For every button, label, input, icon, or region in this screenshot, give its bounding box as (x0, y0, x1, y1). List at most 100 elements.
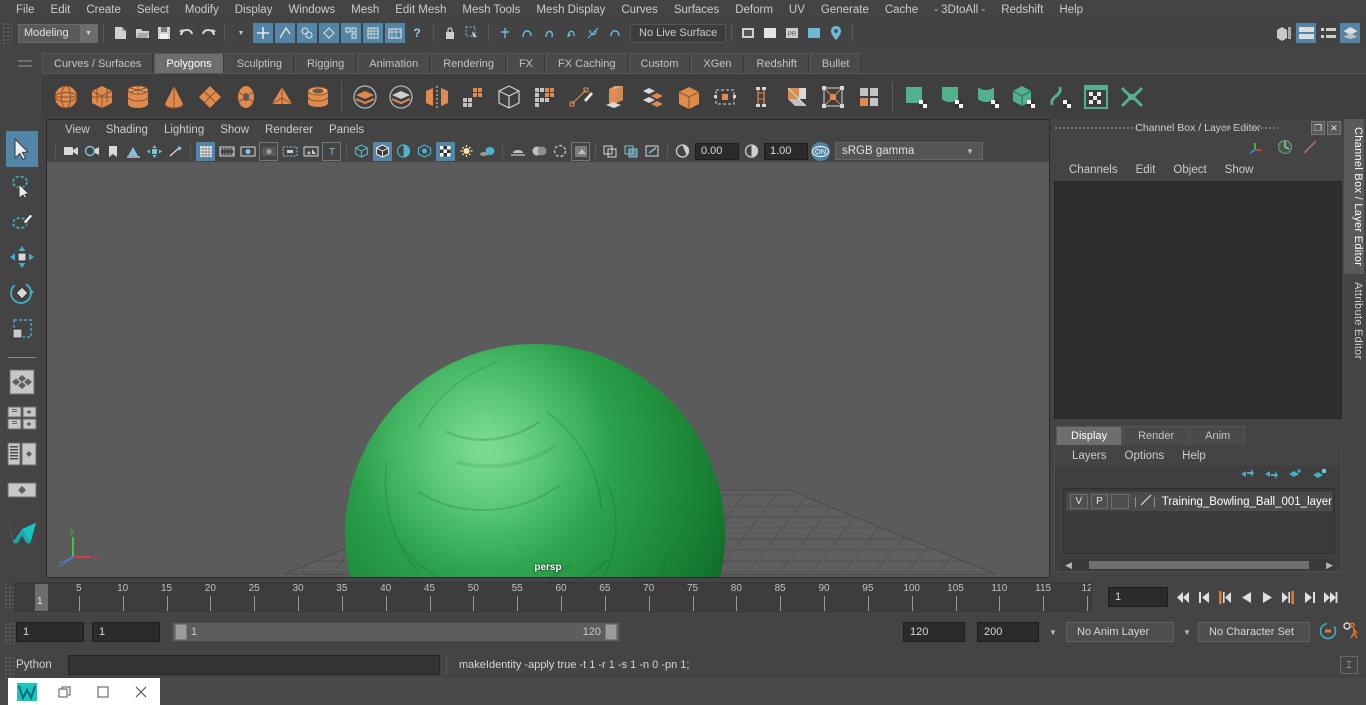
image-plane-icon[interactable] (124, 142, 143, 161)
xray-icon[interactable] (166, 142, 185, 161)
channel-box-menu-object[interactable]: Object (1164, 164, 1215, 176)
menu-surfaces[interactable]: Surfaces (666, 1, 727, 19)
poly-cylinder-icon[interactable] (120, 78, 156, 116)
save-scene-icon[interactable] (154, 23, 174, 43)
selection-mode-dropdown-icon[interactable]: ▼ (231, 23, 251, 43)
list-item[interactable]: V P | | Training_Bowling_Ball_001_layer (1066, 492, 1332, 511)
chevron-down-icon[interactable]: ▼ (1046, 628, 1060, 637)
select-help-icon[interactable]: ? (407, 23, 427, 43)
four-view-layout[interactable] (6, 400, 38, 436)
motion-blur-icon[interactable] (508, 142, 527, 161)
xray-active-components-icon[interactable] (622, 142, 641, 161)
create-new-layer-icon[interactable] (1288, 468, 1303, 483)
redo-icon[interactable] (198, 23, 218, 43)
character-set-selector[interactable]: No Character Set (1198, 622, 1310, 642)
menu-edit-mesh[interactable]: Edit Mesh (387, 1, 454, 19)
undo-icon[interactable] (176, 23, 196, 43)
bookmark-icon[interactable] (103, 142, 122, 161)
menu-mesh-display[interactable]: Mesh Display (528, 1, 613, 19)
outliner-persp-layout[interactable] (6, 436, 38, 472)
vertical-tab-channel-box-layer-editor[interactable]: Channel Box / Layer Editor (1344, 119, 1364, 275)
menu-set-selector[interactable]: Modeling ▼ (18, 23, 98, 43)
smooth-icon[interactable] (455, 78, 491, 116)
menu-select[interactable]: Select (129, 1, 177, 19)
poly-sphere-icon[interactable] (48, 78, 84, 116)
current-time-indicator[interactable]: 1 (35, 584, 48, 611)
range-end-field[interactable]: 120 (903, 622, 965, 642)
show-hide-channel-box-icon[interactable] (1340, 23, 1360, 43)
chevron-down-icon-2[interactable]: ▼ (1180, 628, 1194, 637)
uv-editor-icon[interactable] (1078, 78, 1114, 116)
close-icon[interactable]: ✕ (1327, 121, 1341, 135)
menu-3dtoall[interactable]: - 3DtoAll - (926, 1, 993, 19)
menu-modify[interactable]: Modify (177, 1, 227, 19)
ipr-render-icon[interactable] (760, 23, 780, 43)
layer-editor-tab-anim[interactable]: Anim (1190, 426, 1246, 445)
range-slider-bar[interactable]: 1 120 (172, 622, 620, 642)
film-gate-icon[interactable] (217, 142, 236, 161)
safe-action-icon[interactable] (301, 142, 320, 161)
selection-highlight-icon[interactable] (462, 23, 482, 43)
snap-to-grid-icon[interactable] (495, 23, 515, 43)
film-origin-icon[interactable] (280, 142, 299, 161)
menu-mesh-tools[interactable]: Mesh Tools (454, 1, 528, 19)
viewport-menu-view[interactable]: View (57, 124, 98, 136)
exposure-field[interactable]: 0.00 (695, 142, 739, 160)
uv-layout-icon[interactable] (1114, 78, 1150, 116)
camera-attributes-icon[interactable] (82, 142, 101, 161)
move-layer-up-icon[interactable] (1240, 468, 1255, 483)
select-by-hierarchy-icon[interactable] (253, 23, 273, 43)
panel-grip-right[interactable] (1220, 126, 1278, 130)
shelf-tab-animation[interactable]: Animation (357, 53, 431, 73)
extrude-icon[interactable] (599, 78, 635, 116)
lasso-select-tool[interactable] (6, 167, 38, 203)
wedge-face-icon[interactable] (743, 78, 779, 116)
rotate-tool[interactable] (6, 275, 38, 311)
show-manipulator-icon[interactable] (1248, 139, 1268, 158)
shelf-tab-curves-surfaces[interactable]: Curves / Surfaces (42, 53, 154, 73)
show-hide-modeling-toolkit-icon[interactable] (1274, 23, 1294, 43)
select-camera-icon[interactable] (61, 142, 80, 161)
menu-uv[interactable]: UV (781, 1, 813, 19)
anim-layer-selector[interactable]: No Anim Layer (1066, 622, 1174, 642)
menu-cache[interactable]: Cache (877, 1, 926, 19)
grid-snap-view-icon[interactable] (643, 142, 662, 161)
shelf-tab-custom[interactable]: Custom (628, 53, 691, 73)
viewport-canvas[interactable]: y x z persp (47, 162, 1049, 577)
shelf-grip[interactable] (18, 55, 32, 71)
gamma-field[interactable]: 1.00 (764, 142, 808, 160)
uv-spherical-icon[interactable] (970, 78, 1006, 116)
combine-icon[interactable] (491, 78, 527, 116)
shelf-tab-rendering[interactable]: Rendering (431, 53, 506, 73)
auto-keyframe-icon[interactable] (1318, 621, 1338, 644)
layer-list-horizontal-scrollbar[interactable]: ◀ ▶ (1063, 559, 1335, 571)
go-to-start-icon[interactable] (1174, 587, 1192, 607)
layer-editor-tab-display[interactable]: Display (1056, 426, 1123, 445)
select-by-object-type-icon[interactable] (275, 23, 295, 43)
append-polygon-icon[interactable] (707, 78, 743, 116)
move-layer-down-icon[interactable] (1264, 468, 1279, 483)
viewport-menu-shading[interactable]: Shading (98, 124, 156, 136)
lock-icon[interactable] (440, 23, 460, 43)
restore-icon[interactable]: ❐ (1311, 121, 1325, 135)
layer-editor-menu-options[interactable]: Options (1116, 450, 1174, 462)
shelf-tab-fx-caching[interactable]: FX Caching (546, 53, 628, 73)
menu-edit[interactable]: Edit (43, 1, 79, 19)
shelf-tab-fx[interactable]: FX (506, 53, 546, 73)
hypergraph-persp-layout[interactable] (6, 472, 38, 508)
select-uv-icon[interactable] (363, 23, 383, 43)
shelf-tab-xgen[interactable]: XGen (691, 53, 744, 73)
new-scene-icon[interactable] (110, 23, 130, 43)
viewport-menu-renderer[interactable]: Renderer (257, 124, 321, 136)
go-to-end-icon[interactable] (1321, 587, 1339, 607)
command-language-label[interactable]: Python (16, 659, 68, 671)
step-back-keyframe-icon[interactable] (1195, 587, 1213, 607)
hypershade-icon[interactable] (804, 23, 824, 43)
menu-curves[interactable]: Curves (613, 1, 665, 19)
bridge-icon[interactable] (671, 78, 707, 116)
shelf-tab-polygons[interactable]: Polygons (154, 53, 224, 73)
create-layer-from-selected-icon[interactable] (1312, 468, 1327, 483)
multisample-anti-aliasing-icon[interactable] (529, 142, 548, 161)
uv-planar-icon[interactable] (898, 78, 934, 116)
menu-redshift[interactable]: Redshift (993, 1, 1051, 19)
